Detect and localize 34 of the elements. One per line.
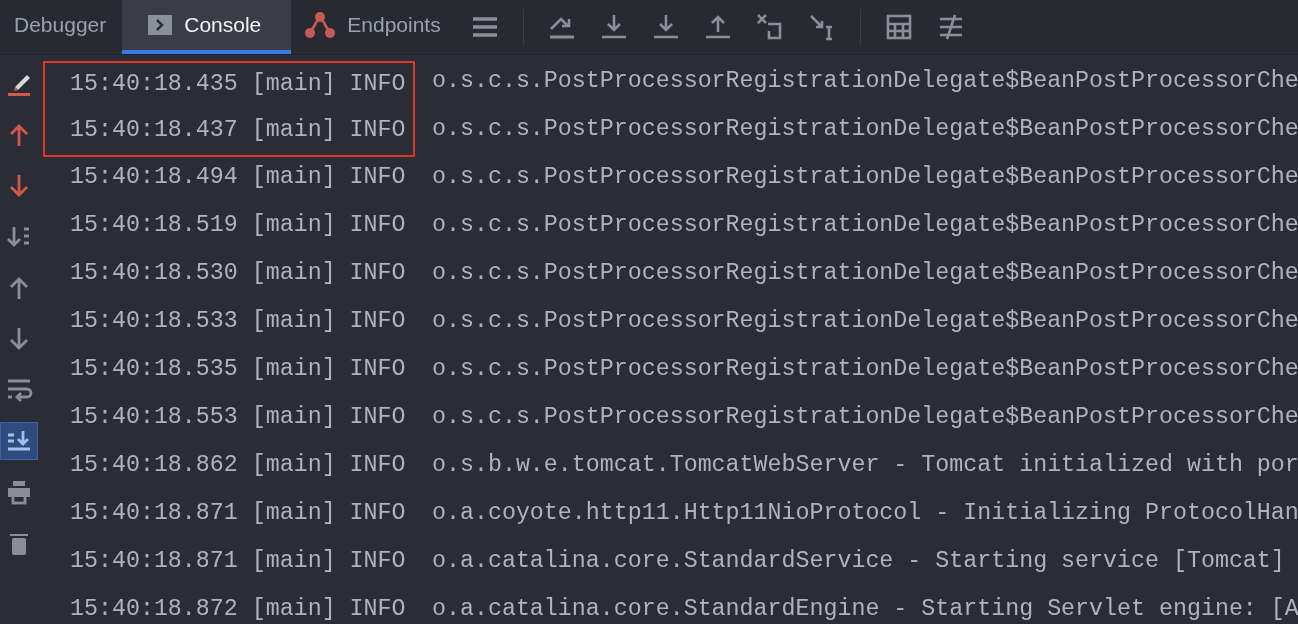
log-message: o.a.catalina.core.StandardEngine - Starting Servlet engine: [A — [432, 596, 1298, 622]
log-message: o.s.b.w.e.tomcat.TomcatWebServer - Tomcat initialized with por — [432, 452, 1298, 478]
log-prefix: 15:40:18.533 [main] INFO — [70, 308, 406, 334]
log-message: o.a.coyote.http11.Http11NioProtocol - Initializing ProtocolHan — [432, 500, 1298, 526]
log-message: o.s.c.s.PostProcessorRegistrationDelegate$BeanPostProcessorChe — [432, 356, 1298, 382]
toolbar-toggle[interactable] — [0, 422, 38, 460]
tab[interactable]: Console — [122, 0, 292, 54]
log-prefix: 15:40:18.494 [main] INFO — [70, 164, 406, 190]
log-prefix: 15:40:18.435 [main] INFO — [70, 71, 406, 97]
log-message: o.s.c.s.PostProcessorRegistrationDelegate$BeanPostProcessorChe — [432, 116, 1298, 142]
tab[interactable]: Endpoints — [291, 0, 457, 54]
tab[interactable]: Debugger — [0, 0, 123, 54]
log-message: o.s.c.s.PostProcessorRegistrationDelegate$BeanPostProcessorChe — [432, 260, 1298, 286]
log-prefix: 15:40:18.519 [main] INFO — [70, 212, 406, 238]
log-message: o.s.c.s.PostProcessorRegistrationDelegate$BeanPostProcessorChe — [432, 308, 1298, 334]
log-prefix: 15:40:18.862 [main] INFO — [70, 452, 406, 478]
log-prefix: 15:40:18.535 [main] INFO — [70, 356, 406, 382]
terminal-icon — [148, 15, 173, 35]
log-prefix: 15:40:18.871 [main] INFO — [70, 500, 406, 526]
log-prefix: 15:40:18.553 [main] INFO — [70, 404, 406, 430]
log-prefix: 15:40:18.872 [main] INFO — [70, 596, 406, 622]
log-prefix: 15:40:18.437 [main] INFO — [70, 117, 406, 143]
log-message: o.s.c.s.PostProcessorRegistrationDelegate$BeanPostProcessorChe — [432, 404, 1298, 430]
log-message: o.s.c.s.PostProcessorRegistrationDelegate$BeanPostProcessorChe — [432, 68, 1298, 94]
log-prefix: 15:40:18.530 [main] INFO — [70, 260, 406, 286]
printer-icon — [5, 478, 33, 506]
log-message: o.s.c.s.PostProcessorRegistrationDelegate$BeanPostProcessorChe — [432, 212, 1298, 238]
log-prefix: 15:40:18.871 [main] INFO — [70, 548, 406, 574]
calculator-icon[interactable] — [884, 13, 913, 41]
step-into-icon[interactable] — [599, 13, 628, 41]
step-out-icon[interactable] — [703, 13, 732, 41]
nodes-icon — [305, 11, 336, 39]
log-message: o.a.catalina.core.StandardService - Starting service [Tomcat] — [432, 548, 1285, 574]
log-message: o.s.c.s.PostProcessorRegistrationDelegate$BeanPostProcessorChe — [432, 164, 1298, 190]
